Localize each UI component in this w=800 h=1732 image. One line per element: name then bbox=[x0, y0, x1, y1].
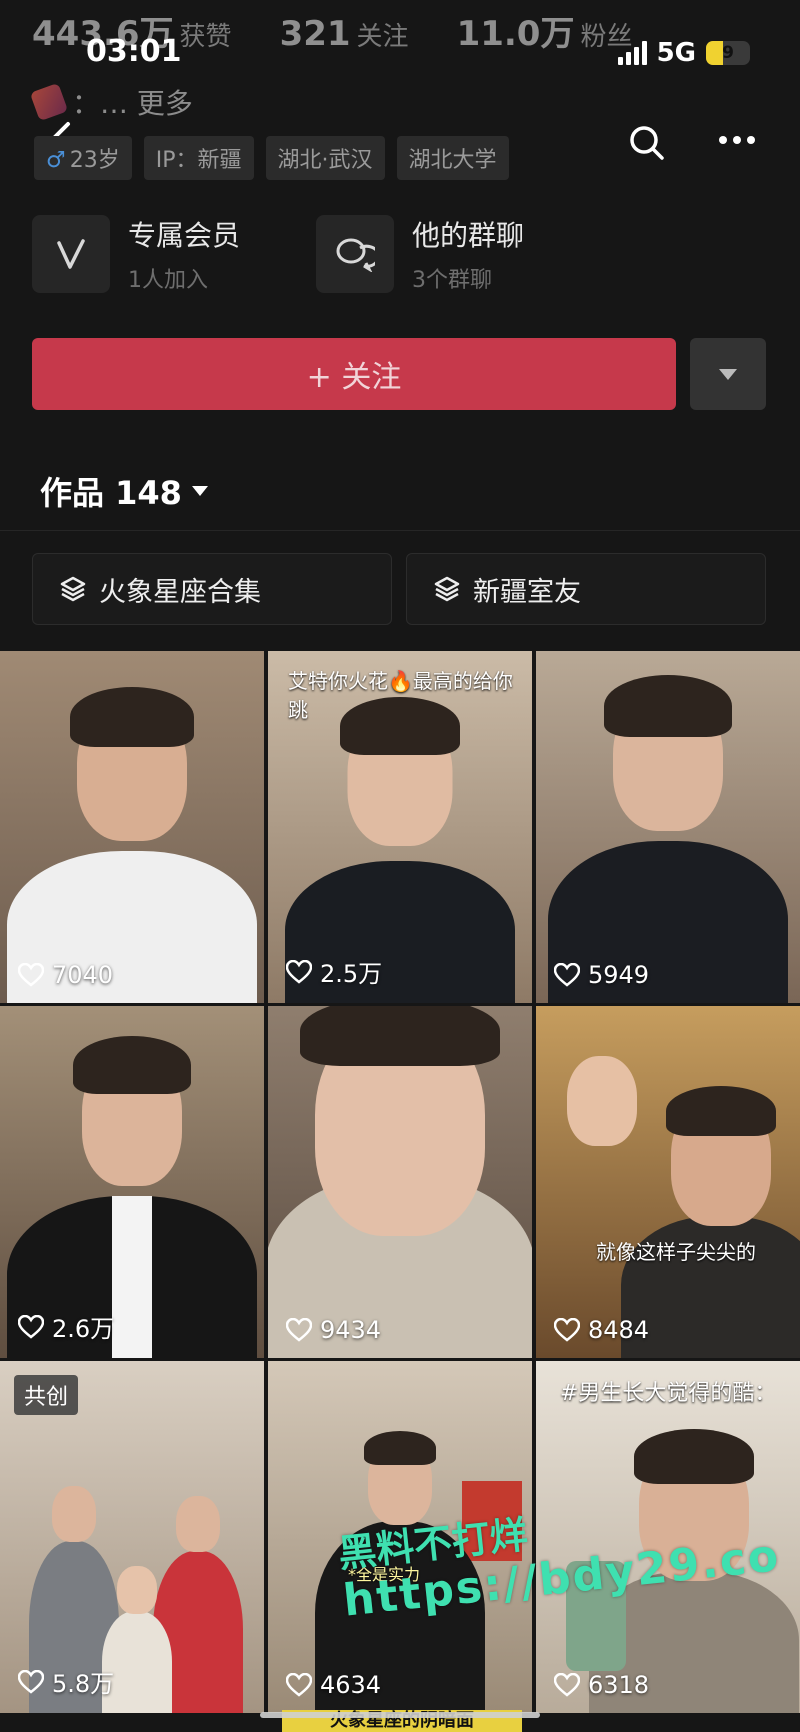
collection-icon bbox=[434, 576, 460, 602]
battery-level: 9 bbox=[722, 43, 734, 63]
group-chat-icon bbox=[316, 215, 394, 293]
bio-text: ：… 更多 bbox=[72, 87, 193, 120]
vip-title: 专属会员 bbox=[128, 219, 241, 252]
collection-xinjiang-roommate[interactable]: 新疆室友 bbox=[406, 553, 766, 625]
video-likes: 9434 bbox=[286, 1316, 381, 1344]
video-thumbnail[interactable]: 5949 bbox=[536, 651, 800, 1003]
following-label[interactable]: 关注 bbox=[357, 22, 409, 52]
video-likes: 4634 bbox=[286, 1671, 381, 1699]
caret-down-icon bbox=[191, 486, 208, 496]
following-count[interactable]: 321 bbox=[280, 14, 351, 54]
heart-icon bbox=[18, 1669, 44, 1694]
follow-button[interactable]: + 关注 bbox=[32, 338, 676, 410]
profile-tags: ♂ 23岁 IP：新疆 湖北·武汉 湖北大学 bbox=[34, 136, 509, 180]
divider bbox=[0, 530, 800, 531]
search-icon bbox=[630, 126, 664, 160]
group-chat-subtitle: 3个群聊 bbox=[412, 268, 492, 293]
more-options-button[interactable] bbox=[718, 124, 756, 164]
more-dots-icon bbox=[719, 136, 755, 144]
video-caption: 艾特你火花🔥最高的给你跳 bbox=[288, 669, 513, 722]
vip-v-icon bbox=[32, 215, 110, 293]
group-chat-title: 他的群聊 bbox=[412, 219, 525, 252]
male-icon: ♂ bbox=[46, 148, 66, 173]
video-likes: 2.5万 bbox=[286, 954, 382, 989]
follow-dropdown-button[interactable] bbox=[690, 338, 766, 410]
signal-icon bbox=[617, 41, 647, 65]
caret-down-icon bbox=[719, 368, 737, 380]
network-type: 5G bbox=[656, 38, 696, 68]
works-count-label: 作品 148 bbox=[40, 474, 182, 512]
home-indicator bbox=[260, 1712, 540, 1718]
video-thumbnail[interactable]: 2.6万 bbox=[0, 1006, 264, 1358]
vip-membership-card[interactable]: 专属会员 1人加入 bbox=[32, 214, 240, 294]
likes-label: 获赞 bbox=[179, 22, 232, 52]
video-likes: 8484 bbox=[554, 1316, 649, 1344]
heart-icon bbox=[286, 959, 312, 984]
video-thumbnail[interactable]: 就像这样子尖尖的 8484 bbox=[536, 1006, 800, 1358]
video-likes: 7040 bbox=[18, 961, 113, 989]
video-caption: 就像这样子尖尖的 bbox=[596, 1240, 756, 1264]
video-likes: 5949 bbox=[554, 961, 649, 989]
tag-location: 湖北·武汉 bbox=[265, 136, 385, 180]
video-likes: 2.6万 bbox=[18, 1309, 114, 1344]
bio-line[interactable]: ：… 更多 bbox=[29, 82, 193, 122]
vip-subtitle: 1人加入 bbox=[128, 268, 208, 293]
heart-icon bbox=[286, 1318, 312, 1342]
group-chat-card[interactable]: 他的群聊 3个群聊 bbox=[316, 214, 524, 294]
video-caption: #男生长大觉得的酷： bbox=[560, 1381, 777, 1406]
tag-school[interactable]: 湖北大学 bbox=[396, 136, 509, 180]
heart-icon bbox=[554, 963, 580, 987]
collection-label: 新疆室友 bbox=[473, 576, 581, 608]
video-likes: 6318 bbox=[554, 1671, 649, 1699]
video-thumbnail[interactable]: 共创 5.8万 bbox=[0, 1361, 264, 1713]
video-thumbnail[interactable]: 艾特你火花🔥最高的给你跳 2.5万 bbox=[268, 651, 532, 1003]
status-time: 03:01 bbox=[86, 34, 182, 69]
works-tab[interactable]: 作品 148 bbox=[40, 468, 208, 514]
co-creation-badge: 共创 bbox=[14, 1375, 79, 1415]
video-likes: 5.8万 bbox=[18, 1664, 114, 1699]
video-thumbnail[interactable]: 9434 bbox=[268, 1006, 532, 1358]
collection-fire-signs[interactable]: 火象星座合集 bbox=[32, 553, 392, 625]
collection-label: 火象星座合集 bbox=[99, 576, 261, 608]
tag-ip: IP：新疆 bbox=[143, 136, 254, 180]
battery-icon: 9 bbox=[706, 41, 750, 65]
search-button[interactable] bbox=[628, 124, 666, 166]
collection-icon bbox=[60, 576, 86, 602]
heart-icon bbox=[18, 1314, 44, 1339]
heart-icon bbox=[554, 1318, 580, 1342]
status-indicators: 5G 9 bbox=[617, 38, 750, 68]
video-thumbnail[interactable]: 7040 bbox=[0, 651, 264, 1003]
tag-age: ♂ 23岁 bbox=[34, 136, 132, 180]
heart-icon bbox=[286, 1673, 312, 1697]
heart-icon bbox=[554, 1673, 580, 1697]
sweet-potato-emoji-icon bbox=[29, 82, 69, 122]
heart-icon bbox=[18, 963, 44, 987]
fans-count[interactable]: 11.0万 bbox=[457, 14, 575, 54]
